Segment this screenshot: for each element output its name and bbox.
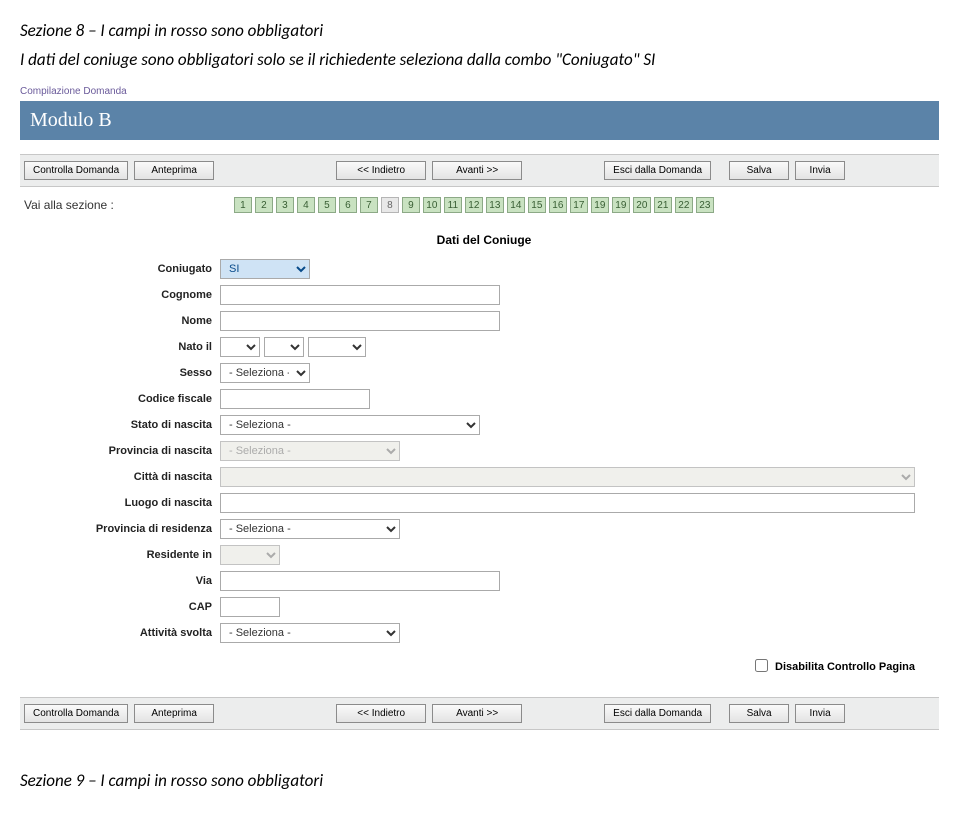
page-link-12[interactable]: 12 xyxy=(465,197,483,213)
stato-nascita-label: Stato di nascita xyxy=(24,419,220,431)
citta-nascita-label: Città di nascita xyxy=(24,471,220,483)
page-link-21[interactable]: 21 xyxy=(654,197,672,213)
coniugato-label: Coniugato xyxy=(24,263,220,275)
disabilita-row: Disabilita Controllo Pagina xyxy=(24,649,935,687)
invia-button-bottom[interactable]: Invia xyxy=(795,704,845,723)
salva-button[interactable]: Salva xyxy=(729,161,789,180)
page-links: 1234567891011121314151617191920212223 xyxy=(234,197,714,213)
app-screenshot: Compilazione Domanda Modulo B Controlla … xyxy=(0,82,959,730)
page-link-5[interactable]: 5 xyxy=(318,197,336,213)
avanti-button-bottom[interactable]: Avanti >> xyxy=(432,704,522,723)
prov-nascita-select[interactable]: - Seleziona - xyxy=(220,441,400,461)
section-subtitle: I dati del coniuge sono obbligatori solo… xyxy=(0,49,959,82)
invia-button[interactable]: Invia xyxy=(795,161,845,180)
cap-input[interactable] xyxy=(220,597,280,617)
cognome-input[interactable] xyxy=(220,285,500,305)
section-nav: Vai alla sezione : 123456789101112131415… xyxy=(20,187,939,223)
luogo-nascita-label: Luogo di nascita xyxy=(24,497,220,509)
salva-button-bottom[interactable]: Salva xyxy=(729,704,789,723)
nato-month-select[interactable] xyxy=(264,337,304,357)
indietro-button[interactable]: << Indietro xyxy=(336,161,426,180)
via-input[interactable] xyxy=(220,571,500,591)
residente-label: Residente in xyxy=(24,549,220,561)
breadcrumb: Compilazione Domanda xyxy=(20,82,939,101)
esci-button[interactable]: Esci dalla Domanda xyxy=(604,161,711,180)
avanti-button[interactable]: Avanti >> xyxy=(432,161,522,180)
indietro-button-bottom[interactable]: << Indietro xyxy=(336,704,426,723)
nato-label: Nato il xyxy=(24,341,220,353)
page-link-7[interactable]: 7 xyxy=(360,197,378,213)
page-link-17[interactable]: 17 xyxy=(570,197,588,213)
via-label: Via xyxy=(24,575,220,587)
cf-input[interactable] xyxy=(220,389,370,409)
attivita-select[interactable]: - Seleziona - xyxy=(220,623,400,643)
prov-residenza-select[interactable]: - Seleziona - xyxy=(220,519,400,539)
disabilita-checkbox[interactable] xyxy=(755,659,768,672)
page-link-14[interactable]: 14 xyxy=(507,197,525,213)
nato-day-select[interactable] xyxy=(220,337,260,357)
sesso-select[interactable]: - Seleziona - xyxy=(220,363,310,383)
anteprima-button-bottom[interactable]: Anteprima xyxy=(134,704,214,723)
page-link-15[interactable]: 15 xyxy=(528,197,546,213)
section-title: Sezione 8 – I campi in rosso sono obblig… xyxy=(0,0,959,49)
section-title-next: Sezione 9 – I campi in rosso sono obblig… xyxy=(0,730,959,821)
page-link-6[interactable]: 6 xyxy=(339,197,357,213)
stato-nascita-select[interactable]: - Seleziona - xyxy=(220,415,480,435)
page-link-16[interactable]: 16 xyxy=(549,197,567,213)
prov-residenza-label: Provincia di residenza xyxy=(24,523,220,535)
controlla-domanda-button-bottom[interactable]: Controlla Domanda xyxy=(24,704,128,723)
module-header: Modulo B xyxy=(20,101,939,140)
page-link-8[interactable]: 8 xyxy=(381,197,399,213)
luogo-nascita-input[interactable] xyxy=(220,493,915,513)
page-link-22[interactable]: 22 xyxy=(675,197,693,213)
coniugato-select[interactable]: SI xyxy=(220,259,310,279)
disabilita-label: Disabilita Controllo Pagina xyxy=(775,661,915,673)
cognome-label: Cognome xyxy=(24,289,220,301)
page-link-4[interactable]: 4 xyxy=(297,197,315,213)
page-link-13[interactable]: 13 xyxy=(486,197,504,213)
page-link-11[interactable]: 11 xyxy=(444,197,462,213)
page-link-20[interactable]: 20 xyxy=(633,197,651,213)
toolbar-bottom: Controlla Domanda Anteprima << Indietro … xyxy=(20,697,939,730)
page-link-23[interactable]: 23 xyxy=(696,197,714,213)
anteprima-button[interactable]: Anteprima xyxy=(134,161,214,180)
esci-button-bottom[interactable]: Esci dalla Domanda xyxy=(604,704,711,723)
page-link-1[interactable]: 1 xyxy=(234,197,252,213)
prov-nascita-label: Provincia di nascita xyxy=(24,445,220,457)
residente-select[interactable] xyxy=(220,545,280,565)
form-area: Dati del Coniuge Coniugato SI Cognome No… xyxy=(20,223,939,697)
page-link-3[interactable]: 3 xyxy=(276,197,294,213)
cf-label: Codice fiscale xyxy=(24,393,220,405)
sesso-label: Sesso xyxy=(24,367,220,379)
nato-year-select[interactable] xyxy=(308,337,366,357)
citta-nascita-select[interactable] xyxy=(220,467,915,487)
page-link-10[interactable]: 10 xyxy=(423,197,441,213)
toolbar-top: Controlla Domanda Anteprima << Indietro … xyxy=(20,154,939,187)
nome-label: Nome xyxy=(24,315,220,327)
page-link-19[interactable]: 19 xyxy=(612,197,630,213)
section-nav-label: Vai alla sezione : xyxy=(24,198,114,212)
nome-input[interactable] xyxy=(220,311,500,331)
page-link-9[interactable]: 9 xyxy=(402,197,420,213)
attivita-label: Attività svolta xyxy=(24,627,220,639)
page-link-2[interactable]: 2 xyxy=(255,197,273,213)
page-link-19[interactable]: 19 xyxy=(591,197,609,213)
form-title: Dati del Coniuge xyxy=(274,233,694,247)
cap-label: CAP xyxy=(24,601,220,613)
controlla-domanda-button[interactable]: Controlla Domanda xyxy=(24,161,128,180)
